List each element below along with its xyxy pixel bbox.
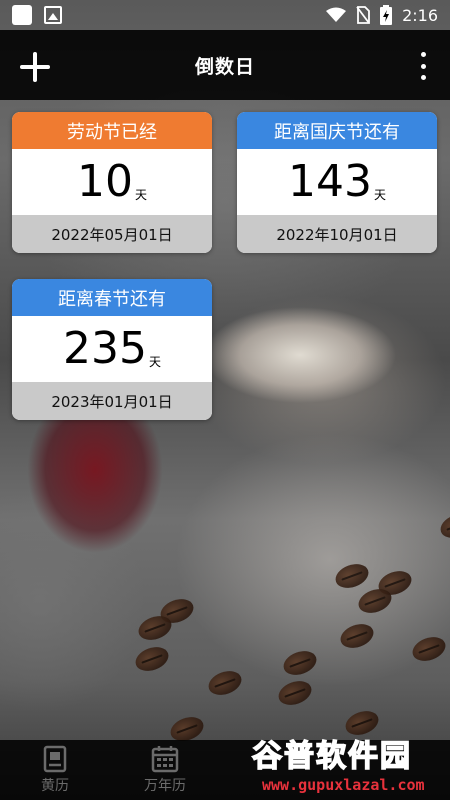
countdown-card-national-day[interactable]: 距离国庆节还有 143 天 2022年10月01日 bbox=[237, 112, 437, 253]
image-notification-icon bbox=[44, 6, 62, 24]
nav-label: 万年历 bbox=[144, 778, 186, 794]
wifi-icon bbox=[326, 7, 347, 22]
days-count: 143 bbox=[288, 156, 372, 207]
add-event-button[interactable] bbox=[18, 50, 52, 84]
card-count: 143 天 bbox=[237, 149, 437, 215]
card-count: 10 天 bbox=[12, 149, 212, 215]
days-unit: 天 bbox=[148, 355, 161, 369]
card-title: 距离国庆节还有 bbox=[237, 112, 437, 149]
more-dot bbox=[420, 75, 426, 80]
almanac-icon bbox=[43, 745, 67, 773]
more-options-button[interactable] bbox=[418, 52, 428, 80]
battery-charging-icon bbox=[380, 5, 393, 25]
card-date: 2022年10月01日 bbox=[237, 215, 437, 253]
card-title: 距离春节还有 bbox=[12, 279, 212, 316]
nav-item-almanac[interactable]: 黄历 bbox=[0, 740, 110, 800]
days-unit: 天 bbox=[373, 188, 386, 202]
card-count: 235 天 bbox=[12, 316, 212, 382]
calendar-icon bbox=[151, 746, 179, 773]
countdown-card-labor-day[interactable]: 劳动节已经 10 天 2022年05月01日 bbox=[12, 112, 212, 253]
nav-label: 黄历 bbox=[41, 778, 69, 794]
no-sim-icon bbox=[356, 6, 370, 24]
card-date: 2023年01月01日 bbox=[12, 382, 212, 420]
watermark-url: www.gupuxlazal.com bbox=[262, 776, 425, 794]
page-title: 倒数日 bbox=[194, 55, 255, 78]
card-title: 劳动节已经 bbox=[12, 112, 212, 149]
watermark-brand: 谷普软件园 bbox=[251, 738, 412, 775]
countdown-card-spring-festival[interactable]: 距离春节还有 235 天 2023年01月01日 bbox=[12, 279, 212, 420]
more-dot bbox=[420, 63, 426, 69]
days-count: 235 bbox=[63, 323, 147, 374]
more-dot bbox=[420, 52, 426, 57]
days-count: 10 bbox=[76, 156, 133, 207]
card-date: 2022年05月01日 bbox=[12, 215, 212, 253]
site-watermark: 谷普软件园 www.gupuxlazal.com bbox=[248, 738, 448, 800]
clock: 2:16 bbox=[402, 5, 438, 25]
app-bar: 倒数日 bbox=[0, 30, 450, 100]
nav-item-calendar[interactable]: 万年历 bbox=[110, 740, 220, 800]
status-bar: 2:16 bbox=[0, 0, 450, 30]
notification-app-icon bbox=[12, 5, 32, 25]
days-unit: 天 bbox=[134, 188, 147, 202]
